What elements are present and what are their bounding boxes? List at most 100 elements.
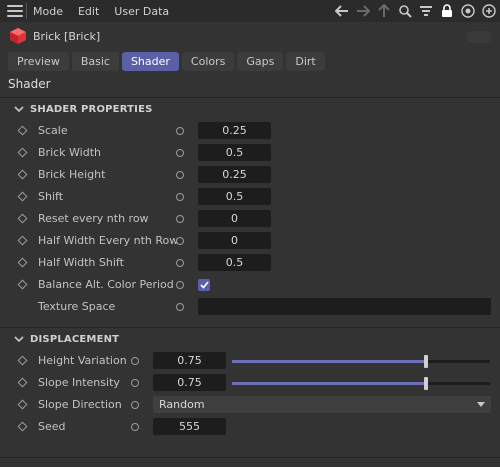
keyframe-diamond-icon[interactable] xyxy=(17,213,28,224)
target-icon[interactable] xyxy=(459,2,477,20)
slider-handle[interactable] xyxy=(423,377,428,390)
keyframe-diamond-icon[interactable] xyxy=(17,279,28,290)
param-row-height-variation: Height Variation 0.75 xyxy=(0,350,500,372)
param-label: Texture Space xyxy=(38,300,116,313)
brick-height-input[interactable]: 0.25 xyxy=(198,166,271,183)
slope-intensity-input[interactable]: 0.75 xyxy=(153,374,226,391)
animate-dot-icon[interactable] xyxy=(131,379,139,387)
param-row-brick-height: Brick Height 0.25 xyxy=(0,164,500,186)
param-row-texture-space: Texture Space xyxy=(0,296,500,318)
param-row-balance-alt-color-period: Balance Alt. Color Period xyxy=(0,274,500,296)
slope-intensity-slider[interactable] xyxy=(232,377,490,390)
param-label: Brick Width xyxy=(38,146,101,159)
keyframe-diamond-icon[interactable] xyxy=(17,399,28,410)
tab-preview[interactable]: Preview xyxy=(8,51,69,71)
keyframe-diamond-icon[interactable] xyxy=(17,257,28,268)
toolbar-icons xyxy=(333,2,498,20)
group-header-displacement[interactable]: DISPLACEMENT xyxy=(0,328,500,350)
slider-handle[interactable] xyxy=(423,355,428,368)
divider xyxy=(0,457,500,458)
animate-dot-icon[interactable] xyxy=(176,215,184,223)
keyframe-diamond-icon[interactable] xyxy=(17,235,28,246)
reset-every-nth-row-input[interactable]: 0 xyxy=(198,210,271,227)
animate-dot-icon[interactable] xyxy=(131,357,139,365)
group-header-shader-properties[interactable]: SHADER PROPERTIES xyxy=(0,98,500,120)
animate-dot-icon[interactable] xyxy=(176,237,184,245)
animate-dot-icon[interactable] xyxy=(131,401,139,409)
param-row-scale: Scale 0.25 xyxy=(0,120,500,142)
shift-input[interactable]: 0.5 xyxy=(198,188,271,205)
param-row-slope-intensity: Slope Intensity 0.75 xyxy=(0,372,500,394)
section-title: Shader xyxy=(8,77,51,91)
menu-mode[interactable]: Mode xyxy=(33,5,63,18)
keyframe-diamond-icon[interactable] xyxy=(17,125,28,136)
up-arrow-icon[interactable] xyxy=(375,2,393,20)
param-label: Height Variation xyxy=(38,354,127,367)
animate-dot-icon[interactable] xyxy=(131,423,139,431)
brick-cube-icon xyxy=(10,28,26,44)
filter-icon[interactable] xyxy=(417,2,435,20)
menubar: Mode Edit User Data xyxy=(0,0,500,22)
param-label: Seed xyxy=(38,420,66,433)
menu-user-data[interactable]: User Data xyxy=(114,5,169,18)
tab-colors[interactable]: Colors xyxy=(181,51,235,71)
param-row-half-width-shift: Half Width Shift 0.5 xyxy=(0,252,500,274)
keyframe-diamond-icon[interactable] xyxy=(17,377,28,388)
tab-dirt[interactable]: Dirt xyxy=(286,51,325,71)
param-row-shift: Shift 0.5 xyxy=(0,186,500,208)
texture-space-link-field[interactable] xyxy=(198,298,491,315)
chevron-down-icon xyxy=(477,402,485,407)
tab-shader[interactable]: Shader xyxy=(121,51,179,71)
seed-input[interactable]: 555 xyxy=(153,418,226,435)
slider-fill xyxy=(232,360,426,363)
tab-bar: Preview Basic Shader Colors Gaps Dirt xyxy=(0,50,500,72)
param-label: Half Width Every nth Row xyxy=(38,234,179,247)
dropdown-value: Random xyxy=(159,398,205,411)
param-row-half-width-every-nth-row: Half Width Every nth Row 0 xyxy=(0,230,500,252)
chevron-down-icon xyxy=(14,106,24,113)
keyframe-diamond-icon[interactable] xyxy=(17,191,28,202)
group-header-label: DISPLACEMENT xyxy=(30,333,120,345)
brick-width-input[interactable]: 0.5 xyxy=(198,144,271,161)
forward-arrow-icon[interactable] xyxy=(354,2,372,20)
param-label: Reset every nth row xyxy=(38,212,149,225)
param-row-brick-width: Brick Width 0.5 xyxy=(0,142,500,164)
scale-input[interactable]: 0.25 xyxy=(198,122,271,139)
height-variation-input[interactable]: 0.75 xyxy=(153,352,226,369)
group-header-label: SHADER PROPERTIES xyxy=(30,103,153,115)
animate-dot-icon[interactable] xyxy=(176,149,184,157)
param-label: Slope Intensity xyxy=(38,376,120,389)
chevron-down-icon xyxy=(14,336,24,343)
param-label: Scale xyxy=(38,124,68,137)
hamburger-menu-icon[interactable] xyxy=(7,5,23,17)
slider-fill xyxy=(232,382,426,385)
animate-dot-icon[interactable] xyxy=(176,303,184,311)
animate-dot-icon[interactable] xyxy=(176,193,184,201)
keyframe-diamond-icon[interactable] xyxy=(17,147,28,158)
keyframe-diamond-icon[interactable] xyxy=(17,169,28,180)
animate-dot-icon[interactable] xyxy=(176,171,184,179)
tab-gaps[interactable]: Gaps xyxy=(237,51,284,71)
back-arrow-icon[interactable] xyxy=(333,2,351,20)
height-variation-slider[interactable] xyxy=(232,355,490,368)
slope-direction-dropdown[interactable]: Random xyxy=(153,396,491,413)
add-icon[interactable] xyxy=(480,2,498,20)
checkmark-icon xyxy=(199,281,209,289)
menu-edit[interactable]: Edit xyxy=(78,5,99,18)
lock-icon[interactable] xyxy=(438,2,456,20)
half-width-shift-input[interactable]: 0.5 xyxy=(198,254,271,271)
param-row-seed: Seed 555 xyxy=(0,416,500,438)
animate-dot-icon[interactable] xyxy=(176,259,184,267)
balance-alt-color-period-checkbox[interactable] xyxy=(198,279,210,291)
keyframe-diamond-icon[interactable] xyxy=(17,355,28,366)
animate-dot-icon[interactable] xyxy=(176,127,184,135)
toggle-switch[interactable] xyxy=(466,31,492,43)
animate-dot-icon[interactable] xyxy=(176,281,184,289)
param-row-slope-direction: Slope Direction Random xyxy=(0,394,500,416)
tab-basic[interactable]: Basic xyxy=(71,51,119,71)
search-icon[interactable] xyxy=(396,2,414,20)
half-width-every-nth-row-input[interactable]: 0 xyxy=(198,232,271,249)
keyframe-diamond-icon[interactable] xyxy=(17,421,28,432)
object-name: Brick [Brick] xyxy=(33,29,101,43)
object-titlebar: Brick [Brick] xyxy=(0,22,500,50)
